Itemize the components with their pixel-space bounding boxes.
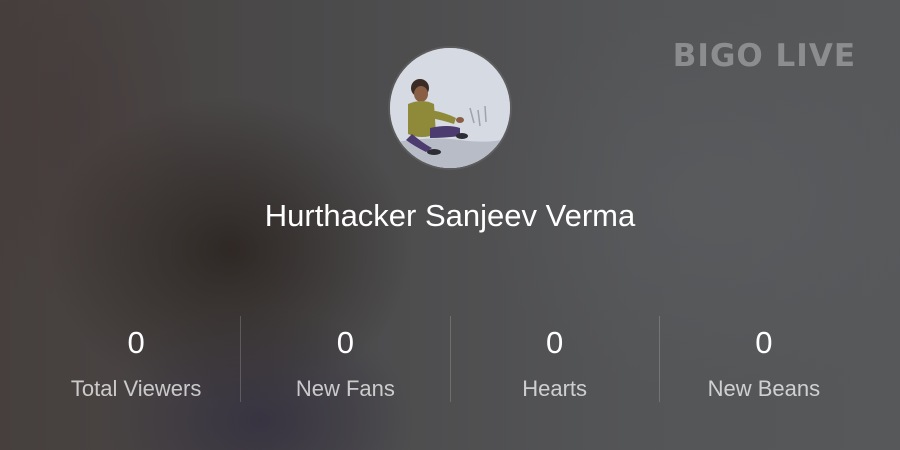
stat-value: 0 [546, 325, 564, 360]
stat-label: New Beans [707, 376, 821, 401]
stat-label: New Fans [295, 376, 395, 401]
live-summary-screen: BIGO LIVE Hurthacker Sanjeev Verma 0 Tot… [0, 0, 900, 450]
stat-value: 0 [127, 325, 145, 360]
stat-new-beans: 0 New Beans [658, 316, 868, 402]
stat-label: Total Viewers [70, 376, 202, 401]
stat-new-fans: 0 New Fans [240, 316, 449, 402]
bigo-live-logo: BIGO LIVE [672, 38, 856, 74]
stat-hearts: 0 Hearts [449, 316, 659, 402]
profile-name: Hurthacker Sanjeev Verma [264, 198, 636, 233]
avatar-photo-icon [390, 48, 510, 168]
stat-value: 0 [336, 325, 354, 360]
stat-value: 0 [755, 325, 773, 360]
profile-avatar[interactable] [390, 48, 510, 168]
stat-label: Hearts [522, 376, 588, 401]
stats-bar: 0 Total Viewers 0 New Fans 0 Hearts 0 Ne… [32, 316, 868, 402]
stat-total-viewers: 0 Total Viewers [32, 316, 240, 402]
